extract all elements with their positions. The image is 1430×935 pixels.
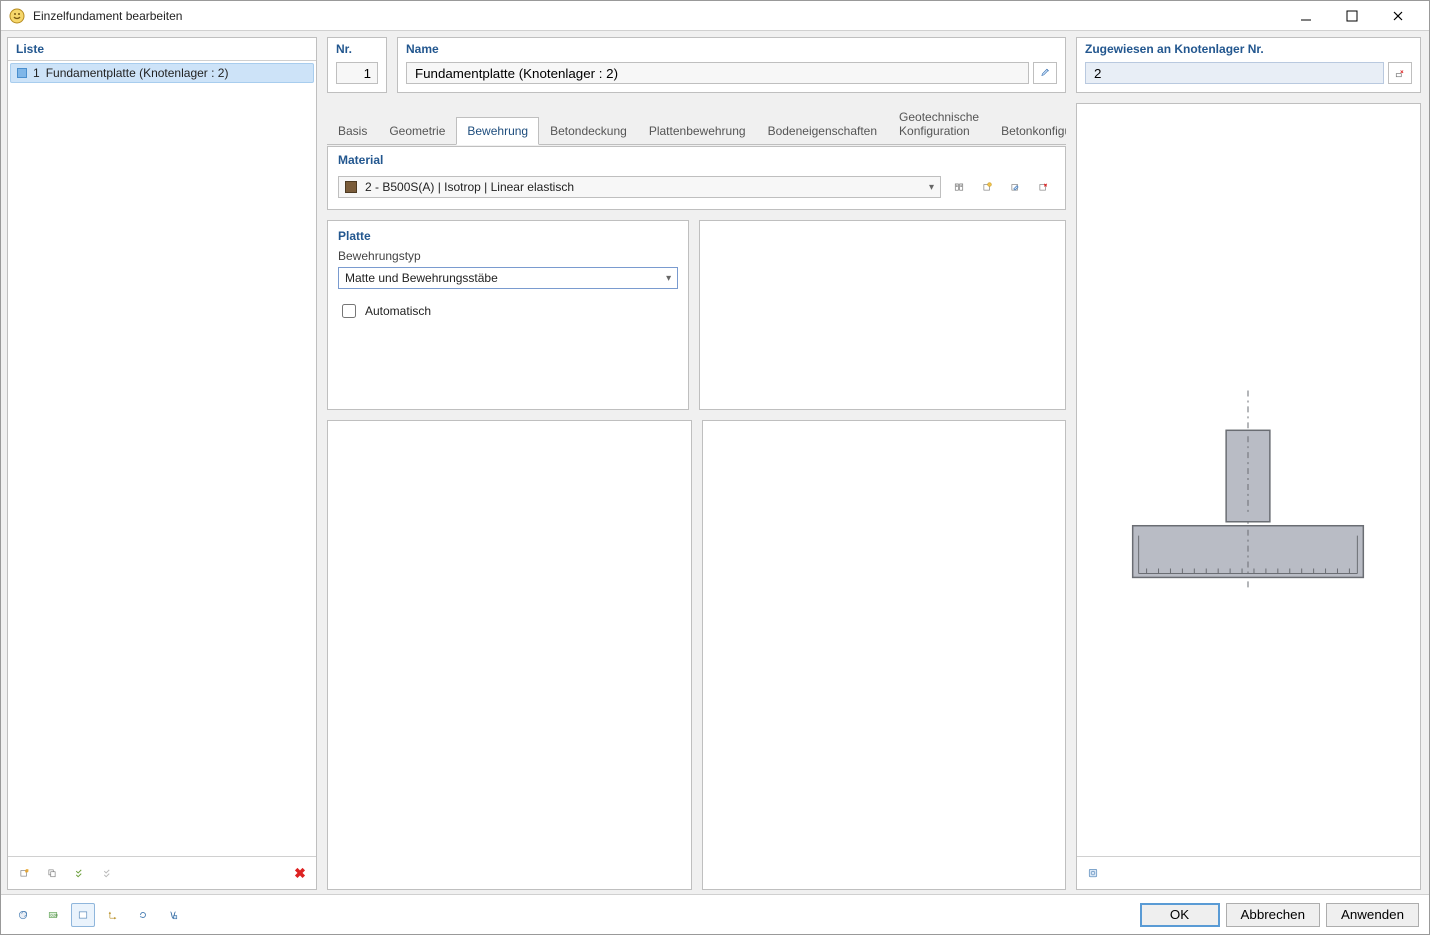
- right-empty-panel-2: [702, 420, 1067, 890]
- minimize-icon: [1298, 8, 1314, 24]
- axis-icon: [108, 907, 118, 923]
- maximize-icon: [1344, 8, 1360, 24]
- material-library-button[interactable]: [947, 175, 971, 199]
- script-icon: [168, 907, 178, 923]
- list-item-marker: [17, 68, 27, 78]
- title-bar: Einzelfundament bearbeiten: [1, 1, 1429, 31]
- settings-icon: [1088, 865, 1098, 881]
- automatisch-input[interactable]: [342, 304, 356, 318]
- svg-text:0,00: 0,00: [51, 913, 58, 917]
- tab-betondeckung[interactable]: Betondeckung: [539, 117, 638, 144]
- platte-heading: Platte: [338, 229, 678, 243]
- window-title: Einzelfundament bearbeiten: [33, 9, 1283, 23]
- name-input[interactable]: [406, 62, 1029, 84]
- tab-bewehrung[interactable]: Bewehrung: [456, 117, 539, 145]
- list-body: 1 Fundamentplatte (Knotenlager : 2): [8, 61, 316, 856]
- delete-icon: ✖: [294, 865, 306, 882]
- list-panel: Liste 1 Fundamentplatte (Knotenlager : 2…: [7, 37, 317, 890]
- tab-betonkonfiguration[interactable]: Betonkonfiguration: [990, 117, 1066, 144]
- list-check-all-button[interactable]: [68, 861, 92, 885]
- refresh-icon: [138, 907, 148, 923]
- assigned-input[interactable]: [1085, 62, 1384, 84]
- apply-button[interactable]: Anwenden: [1326, 903, 1419, 927]
- view-icon: [78, 907, 88, 923]
- edit-icon: [1040, 65, 1050, 81]
- uncheck-all-icon: [103, 865, 113, 881]
- assigned-panel: Zugewiesen an Knotenlager Nr.: [1076, 37, 1421, 93]
- list-item[interactable]: 1 Fundamentplatte (Knotenlager : 2): [10, 63, 314, 83]
- name-label: Name: [398, 38, 1065, 56]
- list-new-button[interactable]: [12, 861, 36, 885]
- close-icon: [1390, 8, 1406, 24]
- platte-panel: Platte Bewehrungstyp Matte und Bewehrung…: [327, 220, 689, 410]
- help-icon: [18, 907, 28, 923]
- right-empty-panel-1: [699, 220, 1066, 410]
- tab-basis[interactable]: Basis: [327, 117, 378, 144]
- chevron-down-icon: ▾: [666, 273, 671, 284]
- list-heading: Liste: [8, 38, 316, 61]
- tab-geometrie[interactable]: Geometrie: [378, 117, 456, 144]
- footer-script-button[interactable]: [161, 903, 185, 927]
- footer-view-toggle-button[interactable]: [71, 903, 95, 927]
- automatisch-label: Automatisch: [365, 304, 431, 318]
- list-item-no: 1: [33, 66, 40, 80]
- list-delete-button[interactable]: ✖: [288, 861, 312, 885]
- new-icon: [982, 179, 992, 195]
- preview-panel: [1076, 103, 1421, 890]
- preview-svg: [1077, 104, 1420, 856]
- footer-axis-button[interactable]: [101, 903, 125, 927]
- list-copy-button[interactable]: [40, 861, 64, 885]
- material-swatch: [345, 181, 357, 193]
- preview-area[interactable]: [1077, 104, 1420, 856]
- bewehrungstyp-select[interactable]: Matte und Bewehrungsstäbe ▾: [338, 267, 678, 289]
- cancel-button[interactable]: Abbrechen: [1226, 903, 1320, 927]
- ok-button[interactable]: OK: [1140, 903, 1220, 927]
- material-new-button[interactable]: [975, 175, 999, 199]
- assigned-pick-button[interactable]: [1388, 62, 1412, 84]
- nr-panel: Nr.: [327, 37, 387, 93]
- list-uncheck-all-button[interactable]: [96, 861, 120, 885]
- left-empty-panel-2: [327, 420, 692, 890]
- library-icon: [954, 179, 964, 195]
- footer: 0,00 OK Abbrechen Anwenden: [1, 894, 1429, 934]
- maximize-button[interactable]: [1329, 2, 1375, 30]
- material-panel: Material 2 - B500S(A) | Isotrop | Linear…: [327, 146, 1066, 210]
- name-edit-button[interactable]: [1033, 62, 1057, 84]
- tab-strip: Basis Geometrie Bewehrung Betondeckung P…: [327, 103, 1066, 145]
- check-all-icon: [75, 865, 85, 881]
- material-heading: Material: [328, 147, 1065, 169]
- footer-refresh-button[interactable]: [131, 903, 155, 927]
- assigned-label: Zugewiesen an Knotenlager Nr.: [1077, 38, 1420, 56]
- tab-plattenbewehrung[interactable]: Plattenbewehrung: [638, 117, 757, 144]
- delete2-icon: [1038, 179, 1048, 195]
- footer-units-button[interactable]: 0,00: [41, 903, 65, 927]
- tab-bodeneigenschaften[interactable]: Bodeneigenschaften: [757, 117, 888, 144]
- name-panel: Name: [397, 37, 1066, 93]
- list-item-label: Fundamentplatte (Knotenlager : 2): [46, 66, 229, 80]
- bewehrungstyp-label: Bewehrungstyp: [338, 249, 678, 263]
- bewehrungstyp-value: Matte und Bewehrungsstäbe: [345, 271, 498, 285]
- preview-settings-button[interactable]: [1081, 861, 1105, 885]
- automatisch-checkbox[interactable]: Automatisch: [338, 301, 678, 321]
- close-button[interactable]: [1375, 2, 1421, 30]
- app-icon: [9, 8, 25, 24]
- nr-label: Nr.: [328, 38, 386, 56]
- minimize-button[interactable]: [1283, 2, 1329, 30]
- pick-icon: [1395, 65, 1405, 81]
- material-delete-button[interactable]: [1031, 175, 1055, 199]
- units-icon: 0,00: [48, 907, 58, 923]
- material-select[interactable]: 2 - B500S(A) | Isotrop | Linear elastisc…: [338, 176, 941, 198]
- copy-icon: [47, 865, 57, 881]
- footer-help-button[interactable]: [11, 903, 35, 927]
- new-item-icon: [19, 865, 29, 881]
- nr-input[interactable]: [336, 62, 378, 84]
- tab-geotech-config[interactable]: Geotechnische Konfiguration: [888, 103, 990, 144]
- material-edit-button[interactable]: [1003, 175, 1027, 199]
- material-value: 2 - B500S(A) | Isotrop | Linear elastisc…: [365, 180, 574, 194]
- edit2-icon: [1010, 179, 1020, 195]
- chevron-down-icon: ▾: [929, 182, 934, 193]
